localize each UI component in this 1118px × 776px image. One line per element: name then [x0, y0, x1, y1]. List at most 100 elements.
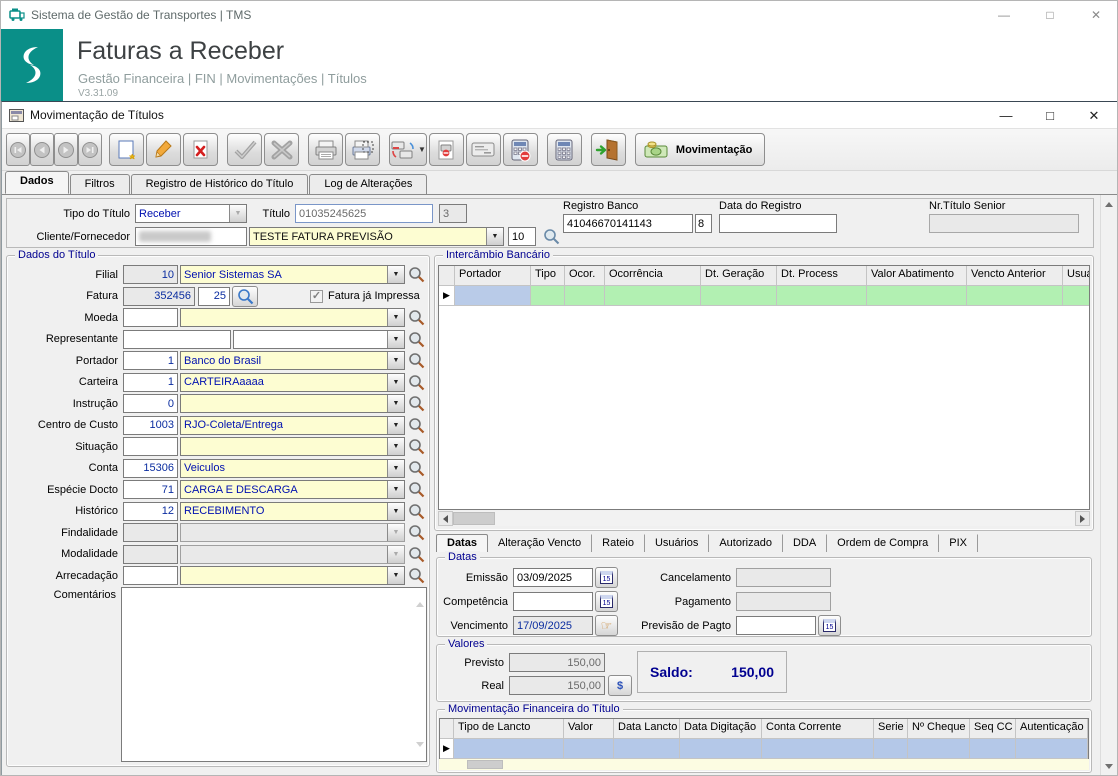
moeda-code-input[interactable]: [123, 308, 178, 327]
registro-banco-digito-field[interactable]: 8: [695, 214, 712, 233]
mov-financeira-grid-row[interactable]: ▶: [440, 739, 1088, 759]
emissao-input[interactable]: 03/09/2025: [513, 568, 593, 587]
grid-cell[interactable]: [777, 286, 867, 306]
cancel-button[interactable]: [264, 133, 299, 166]
calculator-button[interactable]: [547, 133, 582, 166]
nav-prev-button[interactable]: [30, 133, 54, 166]
cliente-codigo-input[interactable]: [135, 227, 247, 246]
calculator-remove-button[interactable]: [503, 133, 538, 166]
detail-tab-altera-o-vencto[interactable]: Alteração Vencto: [488, 534, 592, 552]
vencimento-hand-button[interactable]: ☞: [595, 615, 618, 636]
row-indicator-icon[interactable]: ▶: [440, 739, 454, 759]
cliente-nome-combo[interactable]: TESTE FATURA PREVISÃO ▼: [249, 227, 504, 246]
filial-combo[interactable]: Senior Sistemas SA▼: [180, 265, 405, 284]
scroll-down-icon[interactable]: [416, 747, 424, 759]
tab-registro-de-hist-rico-do-t-tulo[interactable]: Registro de Histórico do Título: [131, 174, 309, 194]
grid-cell[interactable]: [1016, 739, 1088, 759]
grid-cell[interactable]: [564, 739, 614, 759]
new-record-button[interactable]: [109, 133, 144, 166]
detail-tab-rateio[interactable]: Rateio: [592, 534, 645, 552]
moeda-combo[interactable]: ▼: [180, 308, 405, 327]
cliente-tipo-field[interactable]: 10: [508, 227, 536, 246]
exit-button[interactable]: [591, 133, 626, 166]
grid-cell[interactable]: [1063, 286, 1090, 306]
esp-cie-docto-code-input[interactable]: 71: [123, 480, 178, 499]
carteira-code-input[interactable]: 1: [123, 373, 178, 392]
situa-o-code-input[interactable]: [123, 437, 178, 456]
grid-cell[interactable]: [967, 286, 1063, 306]
grid-cell[interactable]: [614, 739, 680, 759]
movimentacao-button[interactable]: Movimentação: [635, 133, 765, 166]
filial-code-input[interactable]: 10: [123, 265, 178, 284]
arrecada-o-combo[interactable]: ▼: [180, 566, 405, 585]
print-button[interactable]: [308, 133, 343, 166]
registro-banco-input[interactable]: 41046670141143: [563, 214, 693, 233]
tipo-titulo-select[interactable]: Receber ▼: [135, 204, 247, 223]
esp-cie-docto-combo[interactable]: CARGA E DESCARGA▼: [180, 480, 405, 499]
cliente-search-icon[interactable]: [540, 228, 562, 245]
search-icon[interactable]: [405, 309, 427, 326]
centro-de-custo-code-input[interactable]: 1003: [123, 416, 178, 435]
print-preview-button[interactable]: [345, 133, 380, 166]
scroll-left-icon[interactable]: [438, 511, 453, 526]
arrecada-o-code-input[interactable]: [123, 566, 178, 585]
grid-cell[interactable]: [565, 286, 605, 306]
search-icon[interactable]: [405, 481, 427, 498]
search-icon[interactable]: [405, 331, 427, 348]
inner-maximize-button[interactable]: □: [1028, 102, 1072, 129]
grid-cell[interactable]: [680, 739, 762, 759]
outer-close-button[interactable]: ✕: [1073, 1, 1118, 29]
scrollbar-thumb[interactable]: [467, 760, 503, 769]
titulo-input[interactable]: 01035245625: [295, 204, 433, 223]
search-icon[interactable]: [405, 567, 427, 584]
detail-tab-ordem-de-compra[interactable]: Ordem de Compra: [827, 534, 939, 552]
search-icon[interactable]: [405, 352, 427, 369]
search-icon[interactable]: [234, 288, 256, 305]
delete-record-button[interactable]: [183, 133, 218, 166]
vencimento-field[interactable]: 17/09/2025: [513, 616, 593, 635]
instru-o-code-input[interactable]: 0: [123, 394, 178, 413]
search-icon[interactable]: [405, 546, 427, 563]
fatura-parcela-input[interactable]: 25: [198, 287, 230, 306]
confirm-button[interactable]: [227, 133, 262, 166]
scrollbar-thumb[interactable]: [453, 512, 495, 525]
search-icon[interactable]: [405, 395, 427, 412]
instru-o-combo[interactable]: ▼: [180, 394, 405, 413]
fatura-search-button[interactable]: [232, 286, 258, 307]
grid-cell[interactable]: [531, 286, 565, 306]
search-icon[interactable]: [405, 417, 427, 434]
previsao-calendar-button[interactable]: 15: [818, 615, 841, 636]
comentarios-textarea[interactable]: [121, 587, 427, 762]
scroll-up-icon[interactable]: [416, 590, 424, 602]
representante-code-input[interactable]: [123, 330, 231, 349]
data-registro-input[interactable]: [719, 214, 837, 233]
emissao-calendar-button[interactable]: 15: [595, 567, 618, 588]
search-icon[interactable]: [405, 524, 427, 541]
scroll-up-icon[interactable]: [1101, 196, 1116, 212]
intercambio-hscrollbar[interactable]: [438, 511, 1090, 526]
search-icon[interactable]: [405, 503, 427, 520]
outer-minimize-button[interactable]: —: [981, 1, 1027, 29]
grid-cell[interactable]: [762, 739, 874, 759]
outer-maximize-button[interactable]: □: [1027, 1, 1073, 29]
search-icon[interactable]: [405, 460, 427, 477]
scroll-right-icon[interactable]: [1075, 511, 1090, 526]
detail-tab-autorizado[interactable]: Autorizado: [709, 534, 783, 552]
portador-combo[interactable]: Banco do Brasil▼: [180, 351, 405, 370]
hist-rico-combo[interactable]: RECEBIMENTO▼: [180, 502, 405, 521]
situa-o-combo[interactable]: ▼: [180, 437, 405, 456]
detail-tab-usu-rios[interactable]: Usuários: [645, 534, 709, 552]
intercambio-grid-row[interactable]: ▶: [439, 286, 1089, 306]
hist-rico-code-input[interactable]: 12: [123, 502, 178, 521]
conta-combo[interactable]: Veiculos▼: [180, 459, 405, 478]
content-vscrollbar[interactable]: [1100, 195, 1116, 775]
grid-cell[interactable]: [970, 739, 1016, 759]
search-icon[interactable]: [405, 374, 427, 391]
money-dollar-button[interactable]: $: [608, 675, 632, 696]
carteira-combo[interactable]: CARTEIRAaaaa▼: [180, 373, 405, 392]
search-icon[interactable]: [405, 438, 427, 455]
representante-combo[interactable]: ▼: [233, 330, 405, 349]
grid-cell[interactable]: [454, 739, 564, 759]
conta-code-input[interactable]: 15306: [123, 459, 178, 478]
competencia-input[interactable]: [513, 592, 593, 611]
